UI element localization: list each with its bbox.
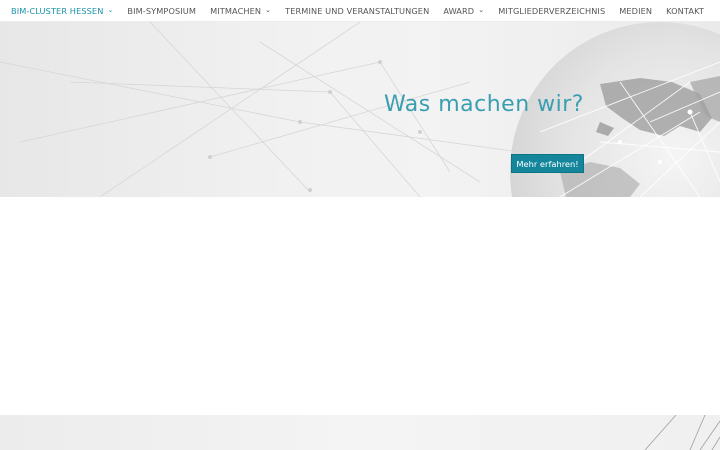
chevron-down-icon: ⌄ [478, 6, 485, 14]
footer-banner [0, 415, 720, 450]
chevron-down-icon: ⌄ [107, 6, 114, 14]
main-navigation: BIM-CLUSTER HESSEN ⌄ BIM-SYMPOSIUM MITMA… [0, 0, 720, 22]
nav-item-bim-cluster-hessen[interactable]: BIM-CLUSTER HESSEN ⌄ [11, 6, 113, 16]
nav-item-label: MITMACHEN [210, 5, 262, 16]
nav-item-award[interactable]: AWARD ⌄ [443, 6, 484, 16]
nav-item-label: MITGLIEDERVERZEICHNIS [498, 5, 606, 16]
chevron-down-icon: ⌄ [265, 6, 272, 14]
nav-item-mitgliederverzeichnis[interactable]: MITGLIEDERVERZEICHNIS [498, 6, 605, 16]
nav-item-label: BIM-SYMPOSIUM [127, 5, 197, 16]
network-lines-image [644, 415, 720, 450]
nav-item-label: TERMINE UND VERANSTALTUNGEN [285, 5, 430, 16]
nav-item-label: BIM-CLUSTER HESSEN [11, 5, 104, 16]
nav-item-kontakt[interactable]: KONTAKT [666, 6, 704, 16]
nav-item-medien[interactable]: MEDIEN [619, 6, 652, 16]
nav-item-bim-symposium[interactable]: BIM-SYMPOSIUM [127, 6, 196, 16]
nav-item-termine[interactable]: TERMINE UND VERANSTALTUNGEN [285, 6, 429, 16]
network-globe-image [0, 22, 720, 197]
hero-title: Was machen wir? [383, 92, 584, 117]
nav-item-mitmachen[interactable]: MITMACHEN ⌄ [210, 6, 271, 16]
nav-item-label: AWARD [443, 5, 475, 16]
nav-item-label: MEDIEN [619, 5, 653, 16]
more-info-button[interactable]: Mehr erfahren! [511, 154, 584, 173]
content-area [0, 197, 720, 415]
hero-section: Was machen wir? Mehr erfahren! [0, 22, 720, 197]
nav-item-label: KONTAKT [666, 5, 704, 16]
